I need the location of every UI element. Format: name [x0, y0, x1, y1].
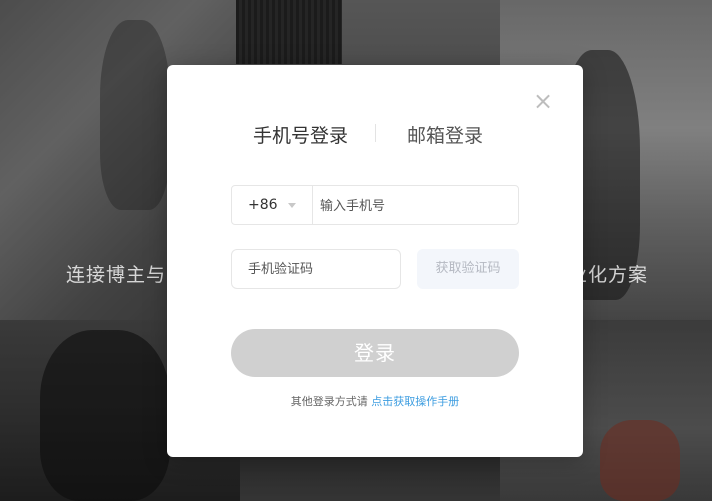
login-tabs: 手机号登录 邮箱登录	[167, 121, 583, 148]
get-code-button[interactable]: 获取验证码	[417, 249, 519, 289]
other-login-hint: 其他登录方式请 点击获取操作手册	[167, 393, 583, 409]
login-button[interactable]: 登录	[231, 329, 519, 377]
background-tagline-left: 连接博主与	[66, 264, 167, 286]
chevron-down-icon	[288, 203, 296, 208]
tab-phone-login[interactable]: 手机号登录	[253, 121, 348, 148]
tab-divider	[375, 124, 376, 142]
other-login-text: 其他登录方式请	[290, 395, 368, 408]
close-icon[interactable]: ×	[533, 89, 553, 113]
phone-input[interactable]	[313, 187, 522, 225]
tab-email-login[interactable]: 邮箱登录	[407, 121, 483, 148]
country-code-select[interactable]: +86	[232, 186, 313, 224]
verification-code-input[interactable]	[231, 249, 401, 289]
phone-field-group: +86	[231, 185, 522, 225]
login-modal: × 手机号登录 邮箱登录 +86 获取验证码 登录 其他登录方式请 点击获取操作…	[167, 65, 583, 457]
manual-link[interactable]: 点击获取操作手册	[371, 395, 459, 408]
country-code-value: +86	[248, 197, 278, 213]
